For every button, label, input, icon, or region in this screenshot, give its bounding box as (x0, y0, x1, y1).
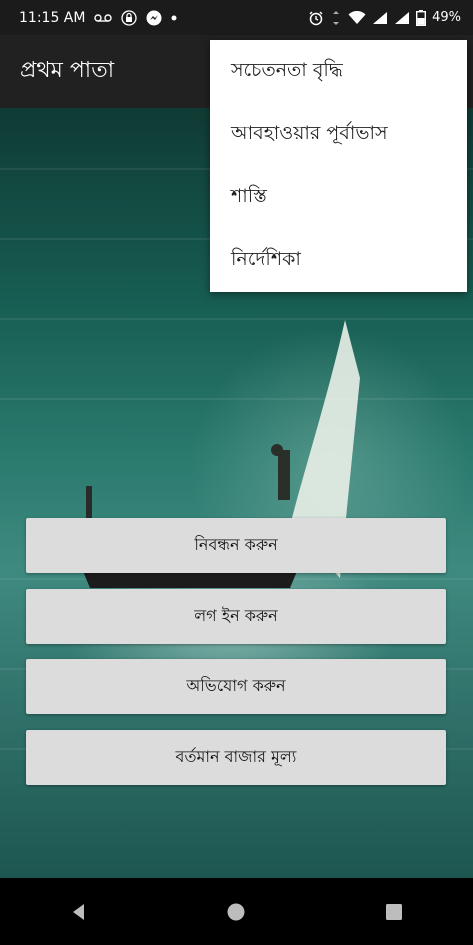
status-bar: 11:15 AM 49% (0, 0, 473, 35)
register-button[interactable]: নিবন্ধন করুন (26, 518, 446, 573)
messenger-icon (146, 10, 162, 26)
home-icon[interactable] (216, 892, 256, 932)
recents-icon[interactable] (374, 892, 414, 932)
menu-item-punishment[interactable]: শাস্তি (210, 166, 467, 229)
page-title: প্রথম পাতা (20, 58, 115, 83)
complaint-button[interactable]: অভিযোগ করুন (26, 659, 446, 714)
alarm-icon (308, 10, 324, 26)
menu-item-weather-forecast[interactable]: আবহাওয়ার পূর্বাভাস (210, 103, 467, 166)
market-price-button[interactable]: বর্তমান বাজার মূল্য (26, 730, 446, 785)
vibrate-icon (330, 10, 342, 26)
wifi-icon (348, 10, 366, 25)
login-button[interactable]: লগ ইন করুন (26, 589, 446, 644)
back-icon[interactable] (59, 892, 99, 932)
signal-icon (394, 11, 410, 25)
battery-percent: 49% (432, 10, 461, 25)
status-time: 11:15 AM (19, 9, 86, 26)
lock-icon (121, 9, 138, 26)
menu-item-guidelines[interactable]: নির্দেশিকা (210, 229, 467, 292)
battery-icon (416, 9, 427, 26)
dot-icon (171, 15, 177, 21)
signal-icon (372, 11, 388, 25)
navigation-bar (0, 878, 473, 945)
voicemail-icon (94, 12, 113, 24)
menu-item-awareness[interactable]: সচেতনতা বৃদ্ধি (210, 40, 467, 103)
overflow-menu: সচেতনতা বৃদ্ধি আবহাওয়ার পূর্বাভাস শাস্ত… (210, 40, 467, 292)
